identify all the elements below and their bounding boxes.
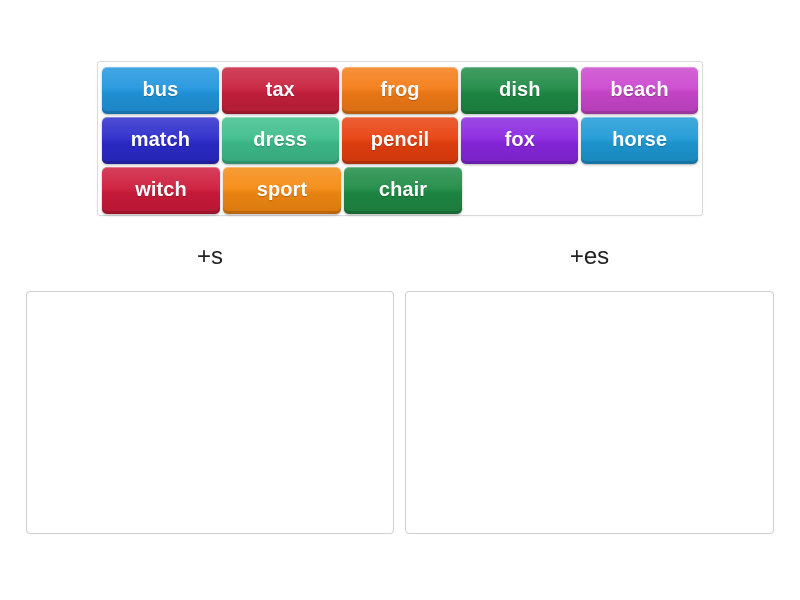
tile-row: witch sport chair bbox=[102, 167, 698, 214]
activity-stage: bus tax frog dish beach match dress penc… bbox=[0, 0, 800, 600]
word-tile-dress[interactable]: dress bbox=[221, 117, 339, 164]
word-tile-beach[interactable]: beach bbox=[581, 67, 698, 114]
category-label-plus-s: +s bbox=[196, 243, 223, 270]
dropzone-plus-s[interactable] bbox=[26, 291, 394, 534]
word-tile-horse[interactable]: horse bbox=[581, 117, 698, 164]
word-tile-pencil[interactable]: pencil bbox=[341, 117, 459, 164]
word-tile-fox[interactable]: fox bbox=[461, 117, 579, 164]
dropzone-plus-es[interactable] bbox=[405, 291, 774, 534]
word-tile-match[interactable]: match bbox=[102, 117, 219, 164]
word-tile-witch[interactable]: witch bbox=[102, 167, 220, 214]
word-tile-bus[interactable]: bus bbox=[102, 67, 219, 114]
word-tile-chair[interactable]: chair bbox=[344, 167, 462, 214]
word-tile-tray: bus tax frog dish beach match dress penc… bbox=[97, 61, 703, 216]
tile-row: bus tax frog dish beach bbox=[102, 67, 698, 114]
word-tile-tax[interactable]: tax bbox=[221, 67, 339, 114]
tile-row: match dress pencil fox horse bbox=[102, 117, 698, 164]
word-tile-frog[interactable]: frog bbox=[341, 67, 459, 114]
category-label-plus-es: +es bbox=[569, 243, 610, 270]
word-tile-dish[interactable]: dish bbox=[461, 67, 579, 114]
word-tile-sport[interactable]: sport bbox=[223, 167, 341, 214]
